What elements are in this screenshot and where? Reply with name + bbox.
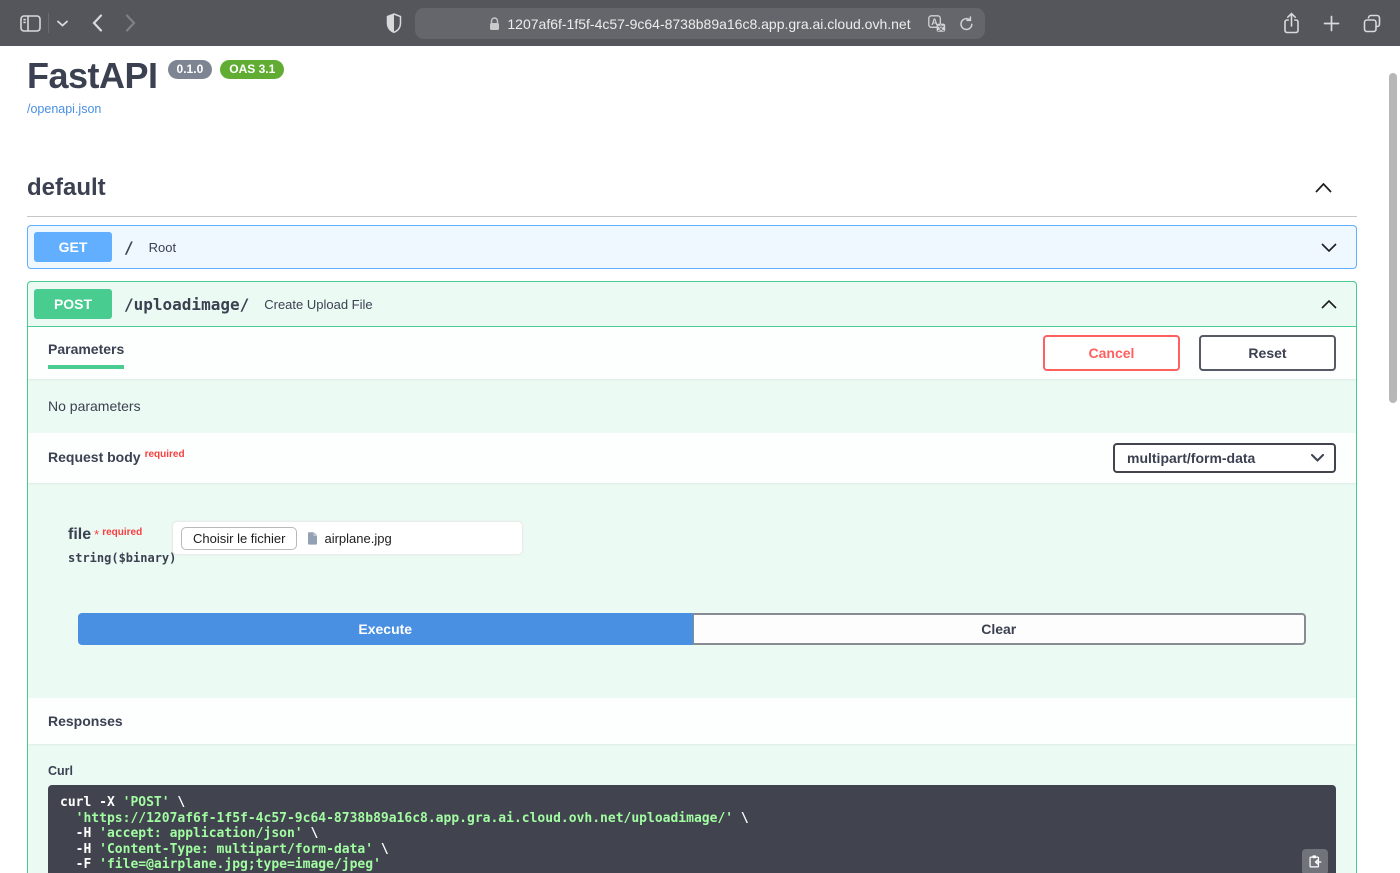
curl-label: Curl (48, 764, 1336, 778)
new-tab-icon[interactable] (1323, 15, 1340, 32)
address-bar[interactable]: 1207af6f-1f5f-4c57-9c64-8738b89a16c8.app… (415, 8, 985, 39)
version-badge: 0.1.0 (168, 60, 213, 79)
copy-clipboard-icon[interactable] (1302, 849, 1328, 873)
file-icon (307, 532, 318, 545)
param-type: string($binary) (68, 551, 172, 565)
tab-parameters[interactable]: Parameters (48, 337, 124, 369)
required-star: * (94, 527, 99, 542)
post-uploadimage-summary[interactable]: POST /uploadimage/ Create Upload File (28, 282, 1356, 327)
responses-label: Responses (48, 713, 123, 729)
collapse-icon[interactable] (1315, 183, 1332, 193)
request-body-header: Request body required multipart/form-data (28, 433, 1356, 483)
choose-file-button[interactable]: Choisir le fichier (181, 527, 297, 550)
file-param-row: file*required string($binary) Choisir le… (68, 521, 1336, 565)
share-icon[interactable] (1282, 12, 1301, 35)
sidebar-icon[interactable] (20, 15, 41, 32)
get-path: / (124, 238, 134, 257)
browser-toolbar: 1207af6f-1f5f-4c57-9c64-8738b89a16c8.app… (0, 0, 1400, 46)
clear-button[interactable]: Clear (693, 613, 1307, 645)
get-root-summary[interactable]: GET / Root (28, 226, 1356, 268)
collapse-icon[interactable] (1321, 300, 1337, 309)
privacy-shield-icon[interactable] (386, 13, 402, 38)
curl-section: Curl curl -X 'POST' \ 'https://1207af6f-… (28, 744, 1356, 873)
tab-overview-icon[interactable] (1362, 14, 1382, 33)
request-body-area: file*required string($binary) Choisir le… (28, 483, 1356, 665)
parameters-header: Parameters Cancel Reset (28, 327, 1356, 379)
api-info: FastAPI 0.1.0 OAS 3.1 /openapi.json (27, 46, 1357, 118)
svg-text:文: 文 (937, 23, 945, 32)
post-method-badge: POST (34, 289, 112, 319)
forward-icon[interactable] (125, 14, 136, 32)
content-type-select[interactable]: multipart/form-data (1113, 443, 1336, 473)
get-summary: Root (149, 240, 176, 255)
request-body-label: Request body (48, 449, 141, 465)
lock-icon (489, 17, 500, 31)
expand-icon[interactable] (1321, 243, 1337, 252)
reload-icon[interactable] (959, 16, 974, 32)
curl-command[interactable]: curl -X 'POST' \ 'https://1207af6f-1f5f-… (48, 785, 1336, 873)
tag-section-header[interactable]: default (27, 174, 1357, 217)
selected-file-name: airplane.jpg (324, 531, 391, 546)
required-flag: required (145, 449, 185, 460)
opblock-post-uploadimage: POST /uploadimage/ Create Upload File Pa… (27, 281, 1357, 873)
url-text: 1207af6f-1f5f-4c57-9c64-8738b89a16c8.app… (507, 16, 910, 32)
back-icon[interactable] (92, 14, 103, 32)
tag-section-title: default (27, 174, 106, 202)
openapi-spec-link[interactable]: /openapi.json (27, 102, 101, 116)
post-summary: Create Upload File (264, 297, 372, 312)
content-type-value: multipart/form-data (1127, 450, 1255, 466)
page-content: FastAPI 0.1.0 OAS 3.1 /openapi.json defa… (0, 46, 1400, 873)
execute-button[interactable]: Execute (78, 613, 693, 645)
opblock-get-root: GET / Root (27, 225, 1357, 269)
post-path: /uploadimage/ (124, 295, 249, 314)
param-name: file (68, 526, 91, 543)
oas-badge: OAS 3.1 (220, 60, 284, 79)
translate-icon[interactable]: A 文 (928, 15, 946, 32)
execute-row: Execute Clear (48, 565, 1336, 665)
cancel-button[interactable]: Cancel (1043, 335, 1180, 371)
scrollbar[interactable] (1389, 73, 1397, 403)
no-parameters-text: No parameters (28, 379, 1356, 433)
tab-group-chevron-icon[interactable] (57, 20, 68, 27)
select-chevron-icon (1311, 454, 1324, 462)
toolbar-divider (48, 13, 49, 33)
get-method-badge: GET (34, 232, 112, 262)
responses-header: Responses (28, 698, 1356, 744)
reset-button[interactable]: Reset (1199, 335, 1336, 371)
param-required-label: required (102, 527, 142, 538)
file-input[interactable]: Choisir le fichier airplane.jpg (172, 521, 523, 555)
page-title: FastAPI (27, 56, 158, 96)
